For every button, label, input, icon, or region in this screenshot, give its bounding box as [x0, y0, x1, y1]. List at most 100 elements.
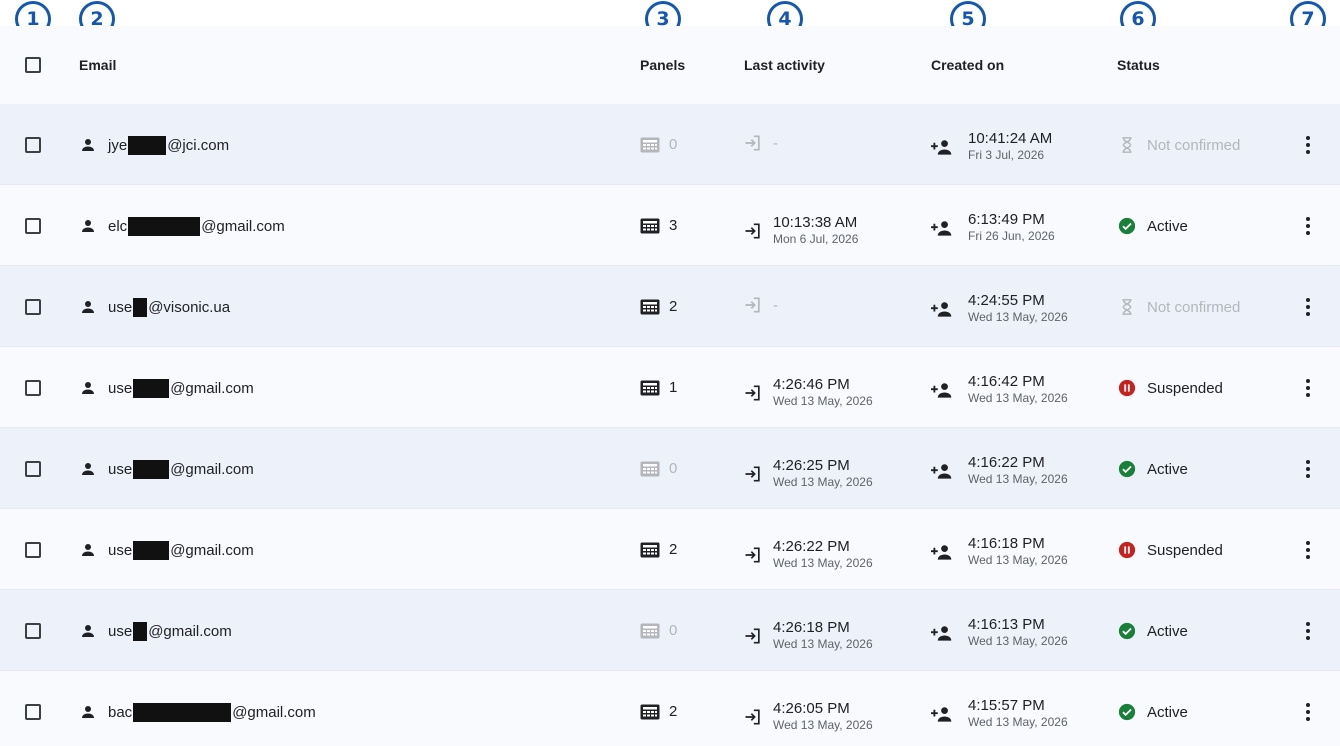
email-prefix: bac — [108, 703, 133, 721]
column-header-status[interactable]: Status — [1117, 57, 1160, 73]
email-domain: @gmail.com — [170, 460, 254, 478]
table-row[interactable]: use @gmail.com 0 4:26:18 PM Wed 13 May, 2026… — [0, 590, 1340, 671]
table-row[interactable]: bac @gmail.com 2 4:26:05 PM Wed 13 May, 2026… — [0, 671, 1340, 746]
row-checkbox[interactable] — [25, 704, 41, 720]
person-icon — [79, 298, 97, 316]
user-email[interactable]: use @visonic.ua — [79, 297, 230, 317]
row-checkbox[interactable] — [25, 299, 41, 315]
login-icon — [743, 383, 763, 403]
status-label: Active — [1147, 460, 1188, 478]
panels-count: 1 — [640, 379, 677, 396]
email-prefix: jye — [108, 136, 128, 154]
column-header-email[interactable]: Email — [79, 57, 116, 73]
status-badge: Not confirmed — [1118, 298, 1240, 316]
panels-count: 0 — [640, 460, 677, 477]
panel-icon — [640, 218, 660, 234]
more-vert-icon[interactable] — [1299, 458, 1317, 480]
status-label: Active — [1147, 703, 1188, 721]
panels-value: 0 — [669, 460, 678, 477]
panels-value: 2 — [669, 541, 678, 558]
hourglass-icon — [1118, 136, 1136, 154]
status-label: Not confirmed — [1147, 298, 1241, 316]
last-activity: - — [743, 295, 778, 315]
pause-circle-icon — [1118, 379, 1136, 397]
last-activity-date: Wed 13 May, 2026 — [773, 475, 873, 489]
column-header-created-on[interactable]: Created on — [931, 57, 1004, 73]
table-header: Email Panels Last activity Created on St… — [0, 26, 1340, 104]
last-activity-time: 4:26:22 PM — [773, 538, 850, 555]
last-activity-date: Wed 13 May, 2026 — [773, 394, 873, 408]
created-on-value: 6:13:49 PM Fri 26 Jun, 2026 — [968, 211, 1055, 244]
created-on-value: 4:24:55 PM Wed 13 May, 2026 — [968, 292, 1068, 325]
status-badge: Not confirmed — [1118, 136, 1240, 154]
row-checkbox[interactable] — [25, 461, 41, 477]
more-vert-icon[interactable] — [1299, 134, 1317, 156]
last-activity: 4:26:46 PM Wed 13 May, 2026 — [743, 376, 873, 409]
email-prefix: use — [108, 622, 133, 640]
more-vert-icon[interactable] — [1299, 620, 1317, 642]
status-label: Active — [1147, 217, 1188, 235]
redaction-bar — [133, 540, 170, 560]
created-time: 4:16:22 PM — [968, 454, 1045, 471]
user-email[interactable]: jye @jci.com — [79, 135, 229, 155]
row-checkbox[interactable] — [25, 137, 41, 153]
person-icon — [79, 541, 97, 559]
person-add-icon — [931, 381, 953, 399]
person-icon — [79, 703, 97, 721]
email-prefix: elc — [108, 217, 128, 235]
person-add-icon — [931, 543, 953, 561]
row-checkbox[interactable] — [25, 380, 41, 396]
more-vert-icon[interactable] — [1299, 296, 1317, 318]
table-row[interactable]: use @gmail.com 2 4:26:22 PM Wed 13 May, 2026… — [0, 509, 1340, 590]
person-add-icon — [931, 624, 953, 642]
user-email[interactable]: elc @gmail.com — [79, 216, 285, 236]
panels-value: 2 — [669, 703, 678, 720]
last-activity: - — [743, 133, 778, 153]
person-icon — [79, 136, 97, 154]
more-vert-icon[interactable] — [1299, 377, 1317, 399]
redaction-bar — [128, 135, 167, 155]
row-checkbox[interactable] — [25, 623, 41, 639]
user-email[interactable]: use @gmail.com — [79, 621, 232, 641]
more-vert-icon[interactable] — [1299, 539, 1317, 561]
panels-value: 2 — [669, 298, 678, 315]
user-email[interactable]: use @gmail.com — [79, 540, 254, 560]
last-activity-date: Wed 13 May, 2026 — [773, 556, 873, 570]
table-row[interactable]: use @gmail.com 0 4:26:25 PM Wed 13 May, 2026… — [0, 428, 1340, 509]
last-activity: 4:26:25 PM Wed 13 May, 2026 — [743, 457, 873, 490]
column-header-last-activity[interactable]: Last activity — [744, 57, 825, 73]
row-checkbox[interactable] — [25, 218, 41, 234]
last-activity-time: 10:13:38 AM — [773, 214, 858, 231]
user-email[interactable]: use @gmail.com — [79, 459, 254, 479]
status-badge: Suspended — [1118, 541, 1223, 559]
table-row[interactable]: use @gmail.com 1 4:26:46 PM Wed 13 May, 2026… — [0, 347, 1340, 428]
panels-count: 2 — [640, 703, 677, 720]
last-activity-value: 4:26:25 PM Wed 13 May, 2026 — [773, 457, 873, 490]
table-row[interactable]: elc @gmail.com 3 10:13:38 AM Mon 6 Jul, 2026… — [0, 185, 1340, 266]
created-date: Wed 13 May, 2026 — [968, 634, 1068, 648]
user-email[interactable]: use @gmail.com — [79, 378, 254, 398]
more-vert-icon[interactable] — [1299, 215, 1317, 237]
panel-icon — [640, 299, 660, 315]
email-prefix: use — [108, 460, 133, 478]
last-activity-value: 4:26:18 PM Wed 13 May, 2026 — [773, 619, 873, 652]
row-checkbox[interactable] — [25, 542, 41, 558]
table-row[interactable]: use @visonic.ua 2 - 4:24:55 PM Wed 13 May, 20… — [0, 266, 1340, 347]
person-icon — [79, 460, 97, 478]
created-time: 4:16:13 PM — [968, 616, 1045, 633]
more-vert-icon[interactable] — [1299, 701, 1317, 723]
login-icon — [743, 221, 763, 241]
last-activity: 4:26:22 PM Wed 13 May, 2026 — [743, 538, 873, 571]
status-badge: Active — [1118, 460, 1188, 478]
panel-icon — [640, 380, 660, 396]
email-domain: @gmail.com — [148, 622, 232, 640]
check-circle-icon — [1118, 217, 1136, 235]
user-email[interactable]: bac @gmail.com — [79, 702, 316, 722]
created-on: 4:24:55 PM Wed 13 May, 2026 — [931, 292, 1068, 325]
column-header-panels[interactable]: Panels — [640, 57, 685, 73]
created-date: Wed 13 May, 2026 — [968, 715, 1068, 729]
created-on-value: 4:15:57 PM Wed 13 May, 2026 — [968, 697, 1068, 730]
select-all-checkbox[interactable] — [25, 57, 41, 73]
status-label: Suspended — [1147, 379, 1223, 397]
table-row[interactable]: jye @jci.com 0 - 10:41:24 AM Fri 3 Jul, 2026 N… — [0, 104, 1340, 185]
